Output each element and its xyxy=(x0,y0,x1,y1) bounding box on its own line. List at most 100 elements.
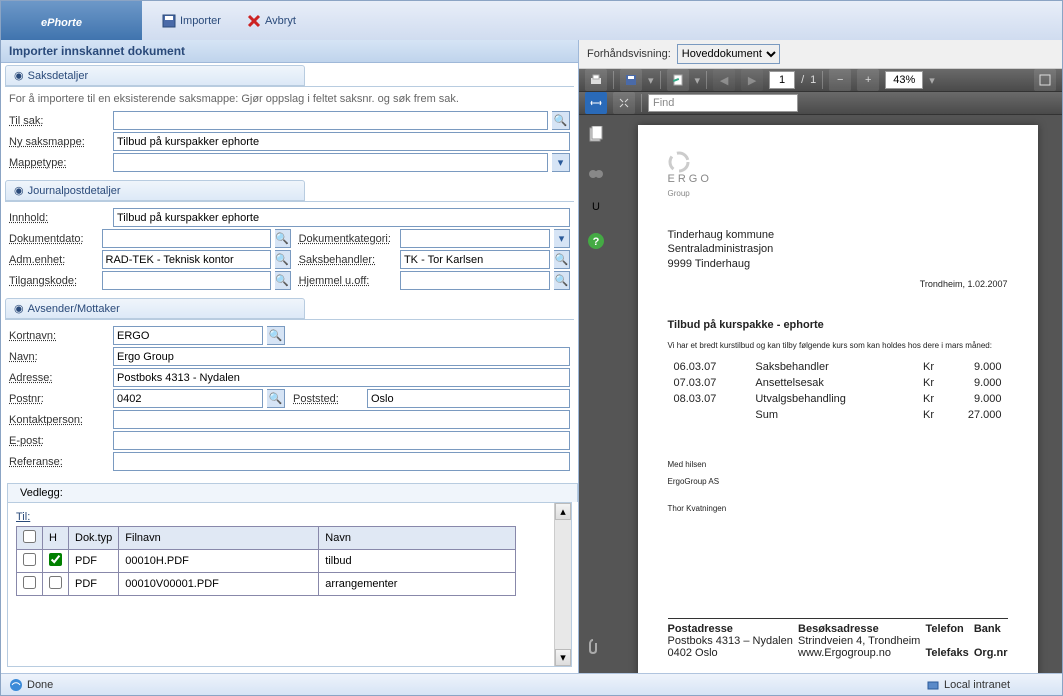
prev-page-icon[interactable]: ◀ xyxy=(713,69,735,91)
saksbehandler-lookup[interactable]: 🔍 xyxy=(554,250,570,269)
hint-text: For å importere til en eksisterende saks… xyxy=(9,91,570,109)
toolbar-extra-icon[interactable] xyxy=(1034,69,1056,91)
kortnavn-input[interactable] xyxy=(113,326,263,345)
zoom-out-icon[interactable]: − xyxy=(829,69,851,91)
binoculars-icon[interactable] xyxy=(586,163,606,183)
postnr-input[interactable] xyxy=(113,389,263,408)
mappetype-input[interactable] xyxy=(113,153,548,172)
dokdato-lookup[interactable]: 🔍 xyxy=(275,229,291,248)
referanse-input[interactable] xyxy=(113,452,570,471)
app-logo: ePhorte xyxy=(1,9,122,32)
postnr-label: Postnr: xyxy=(9,393,109,405)
attachment-panel-icon[interactable] xyxy=(586,637,606,657)
fit-page-icon[interactable] xyxy=(613,92,635,114)
til-sak-label: Til sak: xyxy=(9,115,109,127)
innhold-input[interactable] xyxy=(113,208,570,227)
print-icon[interactable] xyxy=(585,69,607,91)
vedlegg-table: H Dok.typ Filnavn Navn PDF 00010H.PDF ti… xyxy=(16,526,516,596)
status-done: Done xyxy=(27,679,53,691)
kortnavn-label: Kortnavn: xyxy=(9,330,109,342)
hjemmel-input[interactable] xyxy=(400,271,550,290)
page-total: 1 xyxy=(810,74,816,86)
til-label: Til: xyxy=(16,511,30,523)
til-sak-lookup[interactable]: 🔍 xyxy=(552,111,570,130)
til-sak-input[interactable] xyxy=(113,111,548,130)
section-saksdetaljer-header[interactable]: ◉ Saksdetaljer xyxy=(5,65,305,86)
cancel-button[interactable]: Avbryt xyxy=(237,10,306,32)
section-journal-header[interactable]: ◉ Journalpostdetaljer xyxy=(5,180,305,201)
row-h-checkbox[interactable] xyxy=(49,553,62,566)
saksbehandler-label: Saksbehandler: xyxy=(299,254,396,266)
tilgang-lookup[interactable]: 🔍 xyxy=(275,271,291,290)
adresse-input[interactable] xyxy=(113,368,570,387)
scrollbar[interactable]: ▴ ▾ xyxy=(554,503,571,666)
dokdato-input[interactable] xyxy=(102,229,271,248)
mappetype-dropdown[interactable]: ▾ xyxy=(552,153,570,172)
import-button[interactable]: Importer xyxy=(152,10,231,32)
attach-icon[interactable] xyxy=(667,69,689,91)
ergo-logo-icon xyxy=(668,151,690,173)
zoom-input[interactable] xyxy=(885,71,923,89)
table-row[interactable]: PDF 00010V00001.PDF arrangementer xyxy=(17,573,516,596)
pages-panel-icon[interactable] xyxy=(586,125,606,145)
page-title: Importer innskannet dokument xyxy=(1,40,578,63)
ie-icon xyxy=(9,678,23,692)
poststed-input[interactable] xyxy=(367,389,570,408)
epost-label: E-post: xyxy=(9,435,109,447)
dokkat-input[interactable] xyxy=(400,229,550,248)
page-sep: / xyxy=(801,74,804,86)
document-page: ERGO Group Tinderhaug kommune Sentraladm… xyxy=(638,125,1038,673)
doc-title: Tilbud på kurspakke - ephorte xyxy=(668,319,1008,331)
ny-saksmappe-input[interactable] xyxy=(113,132,570,151)
referanse-label: Referanse: xyxy=(9,456,109,468)
collapse-icon: ◉ xyxy=(14,302,24,315)
mappetype-label: Mappetype: xyxy=(9,157,109,169)
scroll-up[interactable]: ▴ xyxy=(555,503,571,520)
table-header-row: H Dok.typ Filnavn Navn xyxy=(17,527,516,550)
row-select-checkbox[interactable] xyxy=(23,576,36,589)
cancel-label: Avbryt xyxy=(265,15,296,27)
find-input[interactable] xyxy=(648,94,798,112)
cancel-icon xyxy=(247,14,261,28)
kortnavn-lookup[interactable]: 🔍 xyxy=(267,326,285,345)
doc-intro: Vi har et bredt kurstilbud og kan tilby … xyxy=(668,341,1008,350)
scroll-down[interactable]: ▾ xyxy=(555,649,571,666)
zoom-in-icon[interactable]: + xyxy=(857,69,879,91)
dokkat-dropdown[interactable]: ▾ xyxy=(554,229,570,248)
admenhet-lookup[interactable]: 🔍 xyxy=(275,250,291,269)
section-avsender-header[interactable]: ◉ Avsender/Mottaker xyxy=(5,298,305,319)
save-icon xyxy=(162,14,176,28)
saksbehandler-input[interactable] xyxy=(400,250,550,269)
save-icon[interactable] xyxy=(620,69,642,91)
help-icon[interactable]: ? xyxy=(586,231,606,251)
tab-vedlegg[interactable]: Vedlegg: xyxy=(7,483,578,502)
next-page-icon[interactable]: ▶ xyxy=(741,69,763,91)
admenhet-input[interactable] xyxy=(102,250,271,269)
pdf-toolbar: ▾ ▾ ◀ ▶ / 1 − + ▾ xyxy=(579,69,1062,92)
row-h-checkbox[interactable] xyxy=(49,576,62,589)
kontakt-input[interactable] xyxy=(113,410,570,429)
postnr-lookup[interactable]: 🔍 xyxy=(267,389,285,408)
col-navn: Navn xyxy=(319,527,516,550)
tilgang-input[interactable] xyxy=(102,271,271,290)
doc-logo: ERGO xyxy=(668,173,1008,185)
page-current-input[interactable] xyxy=(769,71,795,89)
hjemmel-lookup[interactable]: 🔍 xyxy=(554,271,570,290)
collapse-icon: ◉ xyxy=(14,184,24,197)
dokdato-label: Dokumentdato: xyxy=(9,233,98,245)
row-select-checkbox[interactable] xyxy=(23,553,36,566)
preview-select[interactable]: Hoveddokument xyxy=(677,44,780,64)
fit-width-icon[interactable] xyxy=(585,92,607,114)
col-doktyp: Dok.typ xyxy=(69,527,119,550)
doc-date: Trondheim, 1.02.2007 xyxy=(668,279,1008,289)
epost-input[interactable] xyxy=(113,431,570,450)
select-all-checkbox[interactable] xyxy=(23,530,36,543)
navn-input[interactable] xyxy=(113,347,570,366)
kontakt-label: Kontaktperson: xyxy=(9,414,109,426)
status-bar: Done Local intranet xyxy=(1,673,1062,695)
table-row[interactable]: PDF 00010H.PDF tilbud xyxy=(17,550,516,573)
innhold-label: Innhold: xyxy=(9,212,109,224)
collapse-icon: ◉ xyxy=(14,69,24,82)
tilgang-label: Tilgangskode: xyxy=(9,275,98,287)
doc-logo-sub: Group xyxy=(668,189,1008,198)
